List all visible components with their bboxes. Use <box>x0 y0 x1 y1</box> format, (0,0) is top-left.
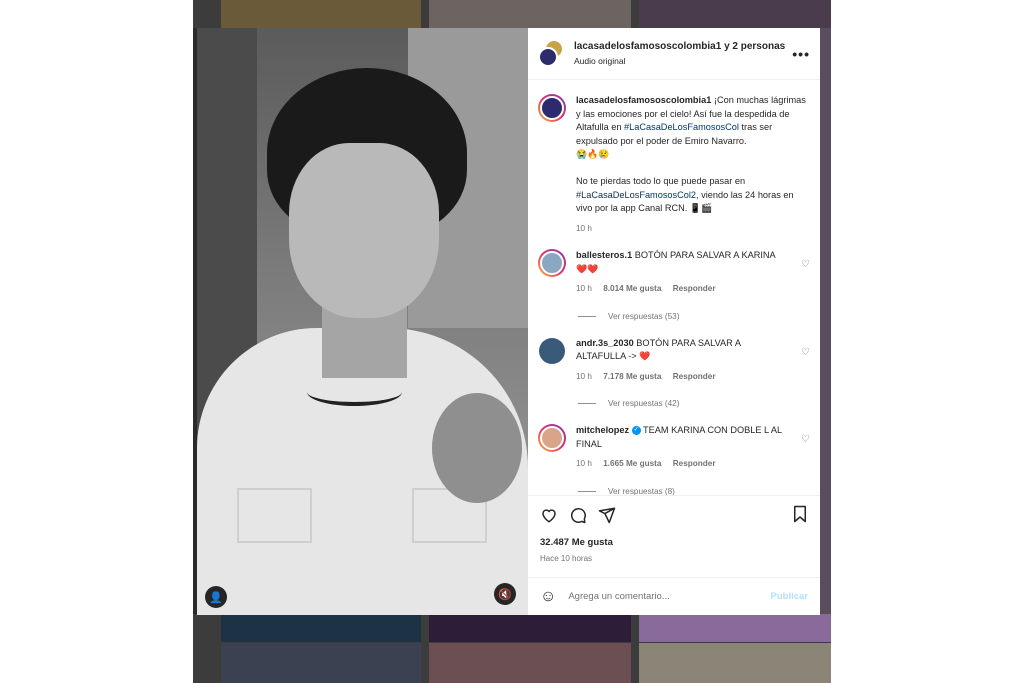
comment-body: andr.3s_2030 BOTÓN PARA SALVAR A ALTAFUL… <box>576 337 810 384</box>
avatar <box>540 96 564 120</box>
avatar <box>540 251 564 275</box>
share-icon[interactable] <box>598 506 616 524</box>
replies-divider <box>578 490 596 492</box>
caption-body: lacasadelosfamososcolombia1 ¡Con muchas … <box>576 94 810 235</box>
collab-avatars[interactable] <box>538 40 564 67</box>
comment-avatar[interactable] <box>538 249 566 277</box>
post-likes[interactable]: 32.487 Me gusta <box>540 537 808 548</box>
comment-item: mitchelopez ✓ TEAM KARINA CON DOBLE L AL… <box>538 424 810 471</box>
caption: lacasadelosfamososcolombia1 ¡Con muchas … <box>538 94 810 235</box>
bookmark-icon[interactable] <box>792 505 808 523</box>
comment-likes[interactable]: 7.178 Me gusta <box>603 372 661 381</box>
comment-composer: ☺ Publicar <box>528 577 820 615</box>
feed-thumbnail[interactable] <box>639 0 831 28</box>
caption-meta: 10 h <box>576 222 806 236</box>
comment-time: 10 h <box>576 284 592 293</box>
reply-button[interactable]: Responder <box>673 372 716 381</box>
comment-time: 10 h <box>576 371 592 381</box>
comments-list[interactable]: lacasadelosfamososcolombia1 ¡Con muchas … <box>528 80 820 495</box>
caption-emojis: 📱🎬 <box>689 203 713 213</box>
comment-icon[interactable] <box>569 506 587 524</box>
publish-button[interactable]: Publicar <box>771 591 809 602</box>
feed-thumbnail[interactable] <box>221 643 421 683</box>
feed-thumbnail[interactable] <box>221 0 421 28</box>
avatar <box>538 46 558 67</box>
post-video[interactable]: 👤 🔇 <box>197 28 528 615</box>
view-replies-button[interactable]: Ver respuestas (42) <box>578 399 810 408</box>
comment-meta: 10 h 1.665 Me gusta Responder <box>576 457 790 471</box>
tagged-users-icon[interactable]: 👤 <box>205 586 227 608</box>
caption-text: No te pierdas todo lo que puede pasar en <box>576 176 746 186</box>
video-subject-face <box>289 143 439 318</box>
like-heart-icon[interactable] <box>540 506 558 524</box>
post-side-panel: lacasadelosfamososcolombia1 y 2 personas… <box>528 28 820 615</box>
reply-button[interactable]: Responder <box>673 284 716 293</box>
caption-avatar[interactable] <box>538 94 566 122</box>
video-subject-pocket <box>237 488 312 543</box>
audio-link[interactable]: Audio original <box>574 56 786 66</box>
view-replies-label: Ver respuestas (8) <box>608 486 675 496</box>
replies-divider <box>578 315 596 317</box>
comment-avatar[interactable] <box>538 424 566 452</box>
comment-body: ballesteros.1 BOTÓN PARA SALVAR A KARINA… <box>576 249 810 296</box>
comment-item: andr.3s_2030 BOTÓN PARA SALVAR A ALTAFUL… <box>538 337 810 384</box>
comment-username[interactable]: ballesteros.1 <box>576 250 632 260</box>
feed-thumbnail <box>819 28 831 614</box>
feed-thumbnail[interactable] <box>429 614 631 642</box>
comment-text: BOTÓN PARA SALVAR A KARINA <box>634 250 776 260</box>
more-options-icon[interactable]: ••• <box>792 46 810 62</box>
hashtag-link[interactable]: #LaCasaDeLosFamososCol2 <box>576 190 696 200</box>
video-subject-hand <box>432 393 522 503</box>
comment-avatar[interactable] <box>539 337 565 364</box>
replies-divider <box>578 403 596 404</box>
hashtag-link[interactable]: #LaCasaDeLosFamososCol <box>624 122 739 132</box>
post-author-link[interactable]: lacasadelosfamososcolombia1 y 2 personas… <box>574 41 786 52</box>
avatar <box>540 426 564 450</box>
feed-thumbnail[interactable] <box>429 643 631 683</box>
action-icons <box>540 504 808 526</box>
comment-item: ballesteros.1 BOTÓN PARA SALVAR A KARINA… <box>538 249 810 296</box>
post-time: Hace 10 horas <box>540 554 593 563</box>
comment-time: 10 h <box>576 459 592 468</box>
post-header-text: lacasadelosfamososcolombia1 y 2 personas… <box>574 41 786 66</box>
view-replies-button[interactable]: Ver respuestas (8) <box>578 486 810 496</box>
comment-username[interactable]: mitchelopez <box>576 425 629 435</box>
feed-thumbnail[interactable] <box>639 614 831 642</box>
caption-time: 10 h <box>576 223 592 233</box>
video-subject-necklace <box>307 378 402 406</box>
comment-likes[interactable]: 1.665 Me gusta <box>603 459 661 468</box>
emoji-picker-icon[interactable]: ☺ <box>540 588 556 606</box>
post-actions: 32.487 Me gusta Hace 10 horas ☺ Publicar <box>528 495 820 615</box>
comment-input[interactable] <box>568 591 771 602</box>
comment-username[interactable]: andr.3s_2030 <box>576 338 634 348</box>
caption-emojis: 😭🔥😢 <box>576 149 610 159</box>
post-header: lacasadelosfamososcolombia1 y 2 personas… <box>528 28 820 80</box>
reply-button[interactable]: Responder <box>673 459 716 468</box>
verified-badge-icon: ✓ <box>631 426 641 436</box>
comment-body: mitchelopez ✓ TEAM KARINA CON DOBLE L AL… <box>576 424 810 471</box>
feed-thumbnail[interactable] <box>639 643 831 683</box>
comment-emojis: ❤️❤️ <box>576 263 599 274</box>
comment-emojis: ❤️ <box>639 351 651 361</box>
view-replies-label: Ver respuestas (42) <box>608 399 680 408</box>
mute-icon[interactable]: 🔇 <box>494 583 516 605</box>
feed-thumbnail[interactable] <box>221 614 421 642</box>
caption-username[interactable]: lacasadelosfamososcolombia1 <box>576 95 711 105</box>
comment-meta: 10 h 8.014 Me gusta Responder <box>576 282 790 296</box>
post-modal: 👤 🔇 lacasadelosfamososcolombia1 y 2 pers… <box>197 28 820 615</box>
like-comment-heart-icon[interactable]: ♡ <box>801 434 810 445</box>
like-comment-heart-icon[interactable]: ♡ <box>801 347 810 358</box>
comment-likes[interactable]: 8.014 Me gusta <box>603 284 661 293</box>
feed-thumbnail[interactable] <box>429 0 631 28</box>
view-replies-label: Ver respuestas (53) <box>608 311 680 321</box>
view-replies-button[interactable]: Ver respuestas (53) <box>578 312 810 321</box>
comment-meta: 10 h 7.178 Me gusta Responder <box>576 370 790 384</box>
like-comment-heart-icon[interactable]: ♡ <box>801 259 810 270</box>
